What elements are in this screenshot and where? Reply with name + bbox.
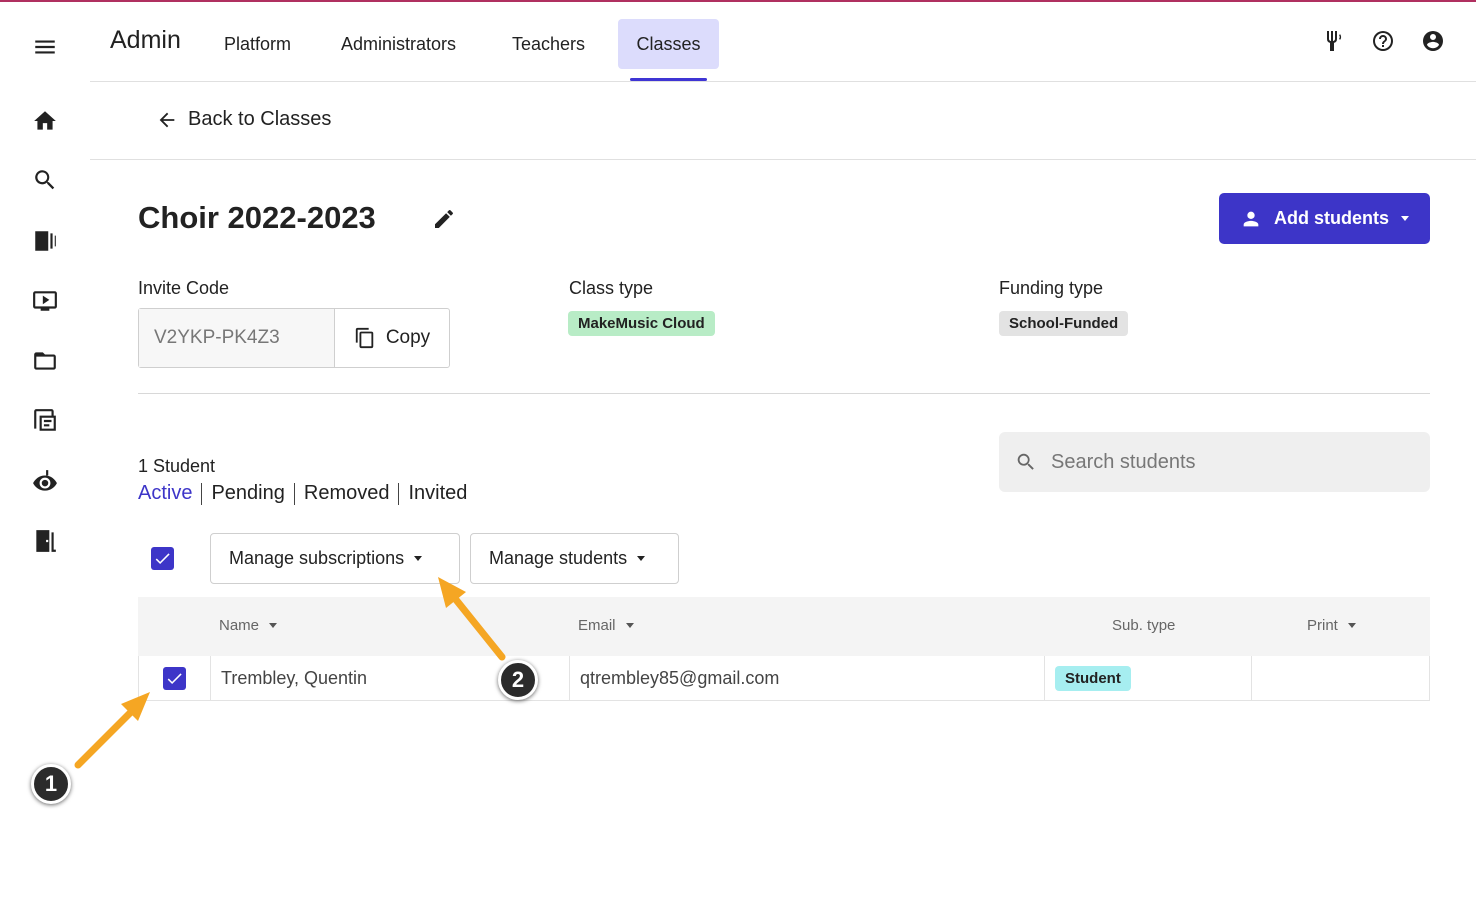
- filter-removed[interactable]: Removed: [304, 482, 390, 505]
- column-name-label: Name: [219, 617, 260, 634]
- annotation-badge-2: 2: [498, 660, 538, 700]
- sub-type-badge: Student: [1055, 665, 1131, 691]
- copy-icon: [355, 327, 374, 349]
- invite-code-box: V2YKP-PK4Z3 Copy: [138, 308, 450, 368]
- table-row: Trembley, Quentin qtrembley85@gmail.com …: [138, 656, 1430, 701]
- invite-code-label: Invite Code: [138, 278, 230, 298]
- search-icon[interactable]: [30, 165, 60, 195]
- assignment-icon[interactable]: [30, 406, 60, 436]
- video-icon[interactable]: [30, 286, 60, 316]
- chevron-down-icon: [1401, 216, 1409, 221]
- top-header: Admin Platform Administrators Teachers C…: [90, 2, 1476, 82]
- page-title: Choir 2022-2023: [138, 200, 376, 235]
- column-sub-type-label: Sub. type: [1112, 617, 1176, 634]
- sort-icon: [1347, 623, 1356, 628]
- sort-icon: [269, 623, 278, 628]
- tuning-fork-icon[interactable]: [1320, 28, 1346, 54]
- back-label: Back to Classes: [188, 108, 332, 130]
- filter-invited[interactable]: Invited: [408, 482, 467, 505]
- column-print[interactable]: Print: [1307, 617, 1356, 634]
- column-email[interactable]: Email: [578, 617, 634, 634]
- edit-icon[interactable]: [432, 207, 456, 231]
- folder-icon[interactable]: [30, 346, 60, 376]
- chevron-down-icon: [414, 556, 423, 561]
- invite-code-value: V2YKP-PK4Z3: [139, 309, 335, 367]
- search-box: [999, 432, 1430, 492]
- table-header: Name Email Sub. type Print: [138, 597, 1430, 656]
- home-icon[interactable]: [30, 106, 60, 136]
- sub-type-cell: Student: [1045, 656, 1252, 700]
- row-select-cell: [139, 656, 211, 700]
- column-email-label: Email: [578, 617, 616, 634]
- eye-music-icon[interactable]: [30, 467, 60, 497]
- class-type-label: Class type: [569, 278, 654, 298]
- nav-active-indicator: [630, 78, 707, 81]
- student-email: qtrembley85@gmail.com: [570, 656, 1045, 700]
- nav-teachers[interactable]: Teachers: [495, 19, 602, 69]
- column-sub-type: Sub. type: [1112, 617, 1175, 634]
- copy-button[interactable]: Copy: [335, 309, 449, 367]
- row-checkbox[interactable]: [163, 666, 186, 690]
- brand-title: Admin: [110, 26, 181, 54]
- column-name[interactable]: Name: [219, 617, 278, 634]
- select-all-checkbox[interactable]: [151, 547, 174, 570]
- manage-students-label: Manage students: [489, 548, 628, 568]
- person-icon: [1243, 211, 1259, 226]
- copy-label: Copy: [385, 327, 431, 348]
- sort-icon: [625, 623, 634, 628]
- section-divider: [138, 393, 1430, 394]
- chevron-down-icon: [637, 556, 646, 561]
- status-filters: Active Pending Removed Invited: [138, 482, 467, 505]
- add-students-label: Add students: [1274, 208, 1389, 228]
- library-icon[interactable]: [30, 226, 60, 256]
- manage-subscriptions-label: Manage subscriptions: [229, 548, 405, 568]
- student-count: 1 Student: [138, 456, 216, 476]
- filter-active[interactable]: Active: [138, 482, 192, 505]
- search-students-input[interactable]: [1051, 450, 1391, 474]
- check-icon: [155, 553, 170, 565]
- nav-classes[interactable]: Classes: [618, 19, 719, 69]
- nav-administrators[interactable]: Administrators: [324, 19, 473, 69]
- help-icon[interactable]: [1370, 28, 1396, 54]
- search-icon: [1017, 453, 1034, 470]
- manage-students-button[interactable]: Manage students: [470, 533, 679, 584]
- annotation-badge-1: 1: [31, 764, 71, 804]
- filter-pending[interactable]: Pending: [211, 482, 284, 505]
- back-bar: Back to Classes: [90, 82, 1476, 160]
- filter-separator: [293, 482, 295, 505]
- column-print-label: Print: [1307, 617, 1338, 634]
- class-type-badge: MakeMusic Cloud: [568, 311, 715, 336]
- nav-platform[interactable]: Platform: [207, 19, 308, 69]
- check-icon: [167, 672, 182, 684]
- print-cell: [1252, 656, 1430, 700]
- account-icon[interactable]: [1420, 28, 1446, 54]
- filter-separator: [398, 482, 400, 505]
- arrow-left-icon: [159, 112, 175, 127]
- funding-type-badge: School-Funded: [999, 311, 1129, 336]
- funding-type-label: Funding type: [999, 278, 1104, 298]
- add-students-button[interactable]: Add students: [1219, 193, 1430, 244]
- filter-separator: [201, 482, 203, 505]
- exit-icon[interactable]: [30, 526, 60, 556]
- menu-icon[interactable]: [30, 32, 60, 62]
- back-to-classes-link[interactable]: Back to Classes: [156, 108, 331, 131]
- manage-subscriptions-button[interactable]: Manage subscriptions: [210, 533, 460, 584]
